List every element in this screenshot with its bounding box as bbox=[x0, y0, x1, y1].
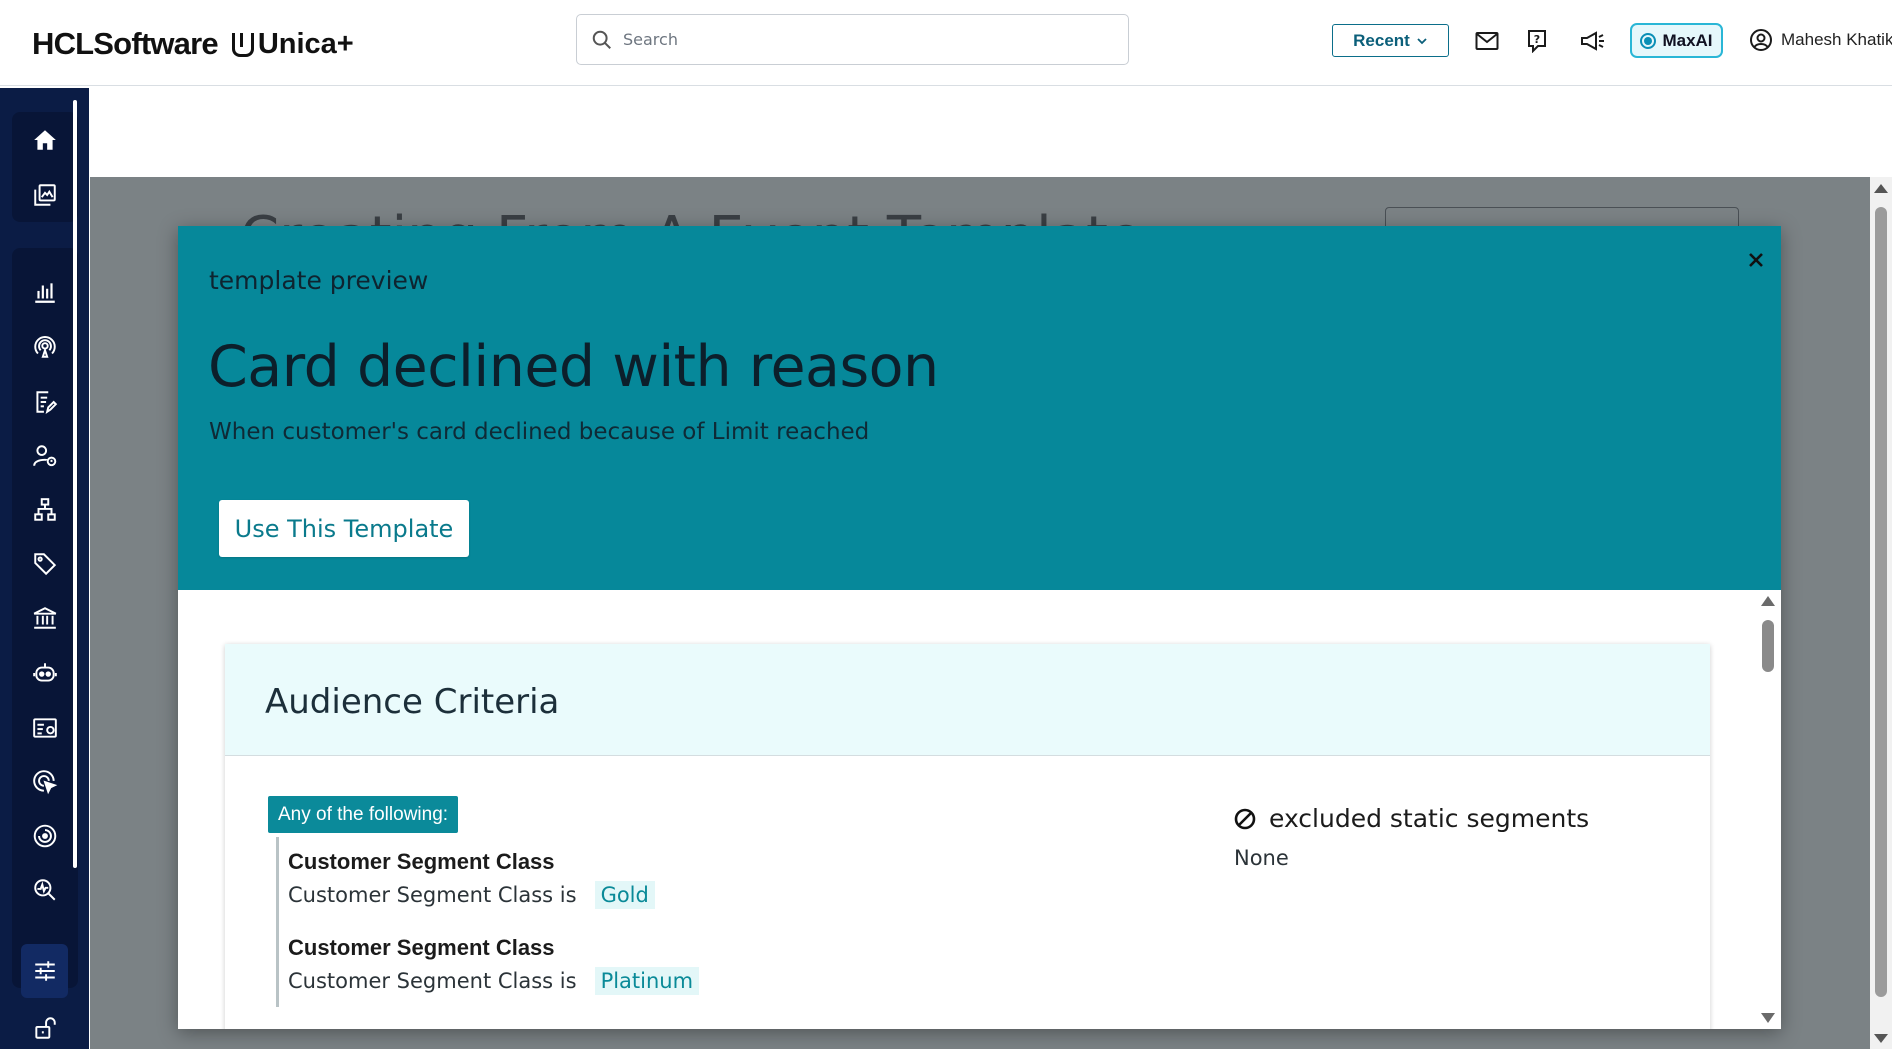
scroll-thumb[interactable] bbox=[1875, 207, 1887, 997]
unlock-icon bbox=[34, 1017, 56, 1039]
gallery-icon bbox=[34, 184, 56, 206]
criteria-group-badge: Any of the following: bbox=[268, 796, 459, 833]
hierarchy-icon bbox=[34, 498, 56, 521]
criterion-value: Platinum bbox=[594, 967, 700, 995]
recent-dropdown-button[interactable]: Recent bbox=[1332, 24, 1449, 57]
sidebar-item-settings[interactable] bbox=[12, 706, 78, 750]
modal-scroll-down-icon[interactable] bbox=[1761, 1013, 1775, 1023]
excluded-segments-heading: excluded static segments bbox=[1233, 804, 1589, 833]
criterion-row: Customer Segment Class is Gold bbox=[288, 881, 655, 909]
edit-document-icon bbox=[36, 391, 58, 414]
sidebar-item-analytics[interactable] bbox=[12, 868, 78, 912]
search-input[interactable] bbox=[623, 30, 1103, 49]
sidebar-item-reports[interactable] bbox=[12, 270, 78, 314]
modal-title: Card declined with reason bbox=[208, 334, 939, 400]
global-search[interactable] bbox=[576, 14, 1129, 65]
criterion-value: Gold bbox=[594, 881, 655, 909]
mail-icon[interactable] bbox=[1474, 28, 1500, 54]
top-header: HCLSoftware Unica+ Recent ? MaxAI Mahesh… bbox=[0, 0, 1892, 86]
modal-kicker: template preview bbox=[209, 266, 429, 295]
broadcast-icon bbox=[34, 336, 56, 358]
scroll-up-arrow-icon[interactable] bbox=[1874, 184, 1888, 193]
radar-icon bbox=[33, 824, 57, 848]
page-scrollbar[interactable] bbox=[1870, 177, 1892, 1049]
scroll-down-arrow-icon[interactable] bbox=[1874, 1034, 1888, 1043]
sliders-icon bbox=[34, 961, 55, 981]
sidebar-item-home[interactable] bbox=[12, 118, 78, 162]
criterion-row: Customer Segment Class is Platinum bbox=[288, 967, 700, 995]
modal-scrollbar[interactable] bbox=[1759, 594, 1777, 1025]
analytics-icon bbox=[34, 879, 56, 901]
robot-icon bbox=[33, 663, 57, 682]
sidebar-item-target[interactable] bbox=[12, 760, 78, 804]
use-template-button[interactable]: Use This Template bbox=[219, 500, 469, 557]
template-preview-modal: template preview Card declined with reas… bbox=[178, 226, 1781, 1029]
audience-criteria-card: Audience Criteria Any of the following: … bbox=[225, 644, 1710, 1029]
audience-card-header: Audience Criteria bbox=[225, 644, 1710, 756]
criterion-title: Customer Segment Class bbox=[288, 849, 555, 874]
criteria-group-line bbox=[276, 837, 279, 1007]
brand-product-label: Unica+ bbox=[257, 27, 354, 60]
criterion-title: Customer Segment Class bbox=[288, 935, 555, 960]
settings-list-icon bbox=[33, 718, 57, 738]
maxai-button[interactable]: MaxAI bbox=[1630, 23, 1723, 58]
target-click-icon bbox=[33, 770, 58, 795]
criterion-condition: Customer Segment Class is bbox=[288, 969, 577, 993]
close-icon bbox=[1749, 253, 1763, 267]
svg-text:?: ? bbox=[1534, 33, 1540, 46]
brand-primary: HCLSoftware bbox=[32, 26, 219, 61]
criterion-condition: Customer Segment Class is bbox=[288, 883, 577, 907]
sidebar-item-radar[interactable] bbox=[12, 814, 78, 858]
close-button[interactable] bbox=[1744, 248, 1768, 272]
audience-criteria-title: Audience Criteria bbox=[265, 682, 560, 722]
excluded-segments-label: excluded static segments bbox=[1269, 804, 1590, 833]
user-menu[interactable]: Mahesh Khatik bbox=[1749, 28, 1892, 52]
sidebar-item-customize[interactable] bbox=[21, 944, 68, 998]
recent-label: Recent bbox=[1353, 30, 1410, 50]
home-icon bbox=[34, 130, 56, 150]
modal-body: Audience Criteria Any of the following: … bbox=[178, 590, 1781, 1029]
help-icon[interactable]: ? bbox=[1524, 28, 1550, 54]
tag-icon bbox=[34, 553, 57, 576]
excluded-segments-value: None bbox=[1234, 846, 1289, 870]
modal-scroll-up-icon[interactable] bbox=[1761, 596, 1775, 606]
sidebar-scrollbar[interactable] bbox=[73, 100, 77, 868]
prohibited-icon bbox=[1234, 808, 1256, 829]
page-header-area bbox=[90, 87, 1892, 177]
user-settings-icon bbox=[33, 445, 57, 467]
search-icon bbox=[592, 30, 611, 49]
megaphone-icon[interactable] bbox=[1580, 28, 1606, 54]
sidebar-item-journey[interactable] bbox=[12, 488, 78, 532]
user-name: Mahesh Khatik bbox=[1781, 30, 1892, 49]
maxai-icon bbox=[1640, 32, 1657, 49]
sidebar-item-deliver[interactable] bbox=[12, 325, 78, 369]
maxai-label: MaxAI bbox=[1662, 30, 1713, 50]
user-avatar-icon bbox=[1750, 29, 1772, 51]
brand-product: Unica+ bbox=[231, 27, 354, 61]
sidebar-item-lock[interactable] bbox=[22, 1006, 67, 1049]
sidebar-group-top bbox=[12, 112, 78, 222]
bank-icon bbox=[33, 607, 57, 629]
sidebar-item-offers[interactable] bbox=[12, 542, 78, 586]
modal-header: template preview Card declined with reas… bbox=[178, 226, 1781, 590]
modal-scroll-thumb[interactable] bbox=[1762, 620, 1774, 672]
brand-logo[interactable]: HCLSoftware Unica+ bbox=[32, 26, 354, 62]
sidebar-item-ai[interactable] bbox=[12, 651, 78, 695]
sidebar-item-plan[interactable] bbox=[12, 380, 78, 424]
modal-subtitle: When customer's card declined because of… bbox=[209, 419, 870, 445]
sidebar-nav bbox=[0, 88, 89, 1049]
sidebar-group-main bbox=[12, 248, 78, 988]
sidebar-item-gallery[interactable] bbox=[12, 173, 78, 217]
bar-chart-icon bbox=[35, 283, 55, 303]
unica-logo-icon bbox=[231, 33, 254, 57]
chevron-down-icon bbox=[1417, 37, 1427, 44]
sidebar-item-interact[interactable] bbox=[12, 434, 78, 478]
sidebar-item-assets[interactable] bbox=[12, 596, 78, 640]
